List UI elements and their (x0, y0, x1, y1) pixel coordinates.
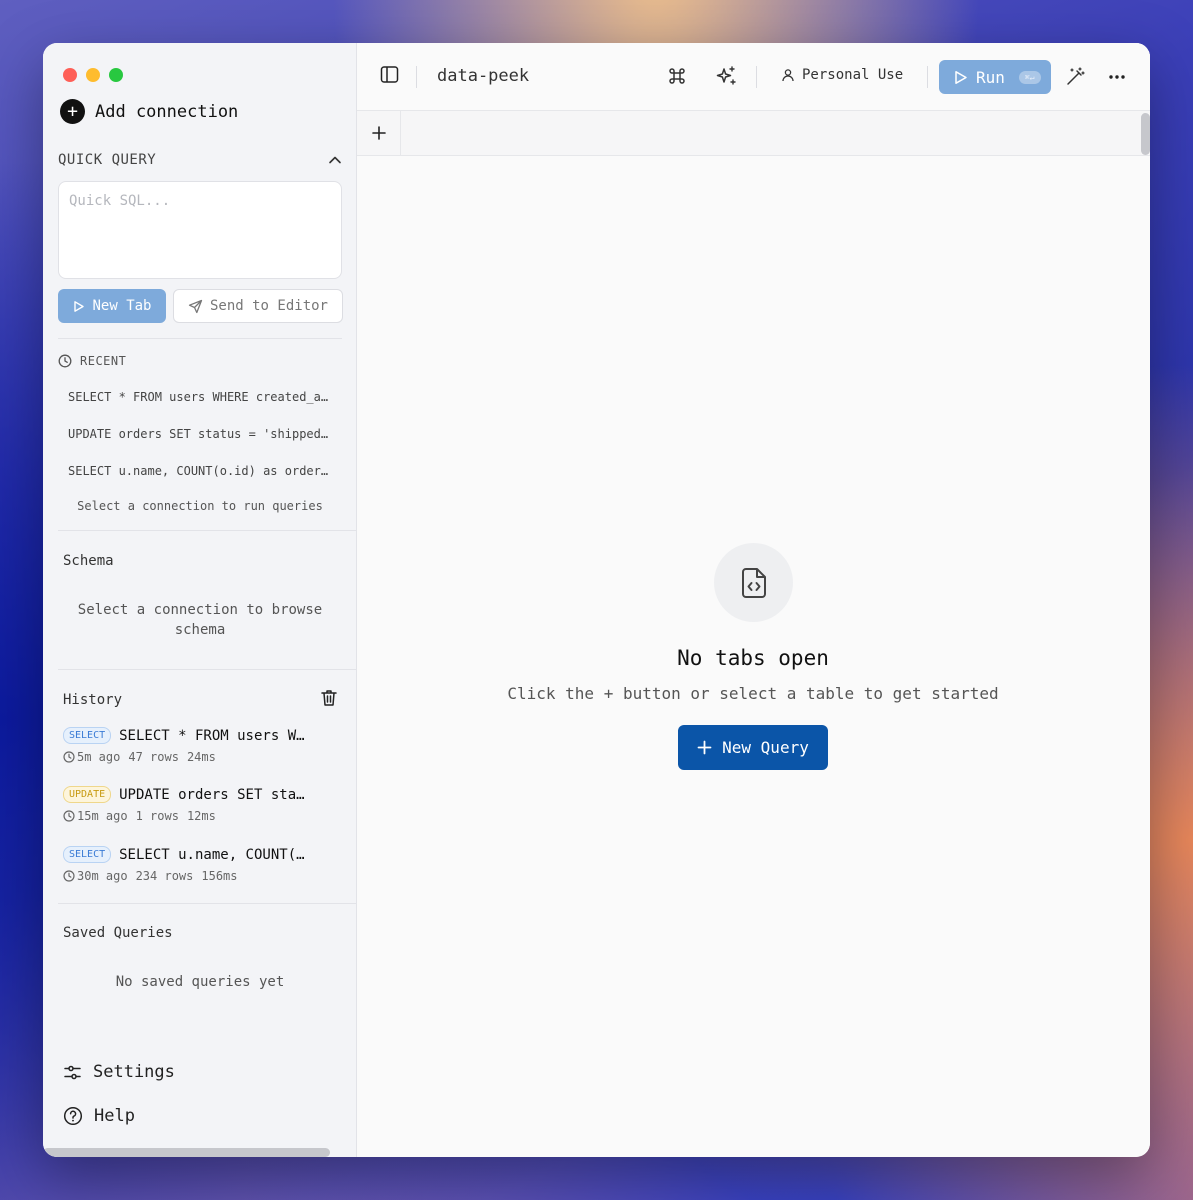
close-window-button[interactable] (63, 68, 77, 82)
history-rows: 1 rows (135, 809, 179, 823)
history-title: History (63, 692, 123, 708)
history-time: 15m ago (77, 809, 128, 823)
add-tab-button[interactable] (357, 111, 401, 155)
clock-icon (63, 751, 75, 763)
new-tab-button[interactable]: New Tab (58, 289, 166, 323)
toolbar-separator (416, 66, 417, 88)
history-sql: UPDATE orders SET status = 'shipped' (119, 786, 309, 803)
saved-queries-hint: No saved queries yet (115, 974, 285, 990)
history-duration: 156ms (201, 869, 238, 883)
history-sql: SELECT u.name, COUNT(o.id) as order_coun… (119, 846, 309, 863)
play-icon (74, 300, 85, 312)
quick-query-title: QUICK QUERY (58, 152, 157, 168)
recent-item[interactable]: SELECT * FROM users WHERE created_at > '… (68, 390, 333, 404)
toolbar-separator (756, 66, 757, 88)
divider (58, 903, 357, 904)
file-code-icon (741, 567, 766, 598)
sliders-icon (64, 1065, 81, 1079)
saved-queries-title: Saved Queries (63, 925, 173, 941)
history-time: 30m ago (77, 869, 128, 883)
empty-state-title: No tabs open (677, 646, 829, 670)
send-to-editor-label: Send to Editor (209, 298, 328, 314)
minimize-window-button[interactable] (86, 68, 100, 82)
quick-sql-input[interactable] (58, 181, 342, 279)
play-icon (955, 70, 967, 84)
help-button[interactable]: Help (63, 1106, 135, 1126)
history-sql: SELECT * FROM users WHERE created_at (119, 727, 309, 744)
history-item[interactable]: SELECT SELECT u.name, COUNT(o.id) as ord… (63, 846, 343, 883)
plus-icon (697, 740, 712, 755)
send-icon (188, 299, 203, 313)
help-circle-icon (63, 1106, 83, 1126)
magic-wand-icon[interactable] (1065, 66, 1086, 87)
divider (58, 530, 357, 531)
sidebar-toggle-icon[interactable] (380, 65, 399, 84)
help-label: Help (94, 1106, 135, 1126)
clock-icon (63, 870, 75, 882)
top-toolbar: data-peek Personal Use Run ⌘↵ (357, 43, 1150, 111)
plus-icon (371, 126, 386, 140)
history-item[interactable]: UPDATE UPDATE orders SET status = 'shipp… (63, 786, 343, 823)
run-label: Run (976, 67, 1005, 87)
trash-icon[interactable] (319, 688, 339, 708)
chevron-up-icon[interactable] (328, 153, 342, 167)
recent-hint: Select a connection to run queries (77, 499, 323, 513)
user-icon (782, 69, 794, 82)
schema-hint: Select a connection to browse schema (77, 602, 323, 638)
query-type-badge: UPDATE (63, 786, 112, 803)
query-type-badge: SELECT (63, 727, 112, 744)
command-icon[interactable] (667, 66, 687, 86)
history-item[interactable]: SELECT SELECT * FROM users WHERE created… (63, 727, 343, 764)
settings-label: Settings (93, 1062, 175, 1082)
clock-icon (58, 354, 72, 368)
recent-item[interactable]: SELECT u.name, COUNT(o.id) as order_coun… (68, 464, 333, 478)
plus-circle-icon: + (60, 99, 85, 124)
new-tab-label: New Tab (92, 298, 152, 314)
divider (58, 338, 342, 339)
workspace-label: Personal Use (802, 67, 904, 83)
recent-item[interactable]: UPDATE orders SET status = 'shipped' WHE… (68, 427, 333, 441)
sparkles-icon[interactable] (715, 65, 737, 87)
run-shortcut: ⌘↵ (1018, 70, 1041, 84)
history-rows: 234 rows (135, 869, 194, 883)
schema-title: Schema (63, 553, 114, 569)
zoom-window-button[interactable] (109, 68, 123, 82)
new-query-button[interactable]: New Query (678, 725, 828, 770)
divider (58, 669, 357, 670)
horizontal-scrollbar[interactable] (43, 1148, 330, 1157)
workspace-selector[interactable]: Personal Use (781, 67, 903, 83)
main-area: data-peek Personal Use Run ⌘↵ No tabs op… (357, 43, 1150, 1157)
history-duration: 24ms (186, 750, 216, 764)
history-duration: 12ms (186, 809, 216, 823)
recent-title: RECENT (80, 354, 127, 368)
empty-state-icon-container (714, 543, 793, 622)
app-window: + Add connection QUICK QUERY New Tab Sen… (43, 43, 1150, 1157)
app-title: data-peek (437, 66, 530, 86)
vertical-scrollbar[interactable] (1141, 113, 1150, 155)
quick-query-header[interactable]: QUICK QUERY (58, 152, 342, 168)
run-button[interactable]: Run ⌘↵ (939, 60, 1051, 94)
toolbar-separator (927, 66, 928, 88)
clock-icon (63, 810, 75, 822)
query-type-badge: SELECT (63, 846, 112, 863)
settings-button[interactable]: Settings (63, 1062, 175, 1082)
recent-header: RECENT (58, 354, 126, 368)
more-horizontal-icon[interactable] (1108, 68, 1126, 86)
history-time: 5m ago (77, 750, 121, 764)
send-to-editor-button[interactable]: Send to Editor (173, 289, 343, 323)
new-query-label: New Query (722, 738, 809, 757)
add-connection-label: Add connection (95, 101, 239, 122)
window-controls (63, 68, 123, 82)
empty-state-subtitle: Click the + button or select a table to … (507, 684, 999, 703)
history-rows: 47 rows (128, 750, 179, 764)
sidebar: + Add connection QUICK QUERY New Tab Sen… (43, 43, 357, 1157)
add-connection-button[interactable]: + Add connection (60, 99, 238, 124)
tab-bar (357, 111, 1150, 156)
